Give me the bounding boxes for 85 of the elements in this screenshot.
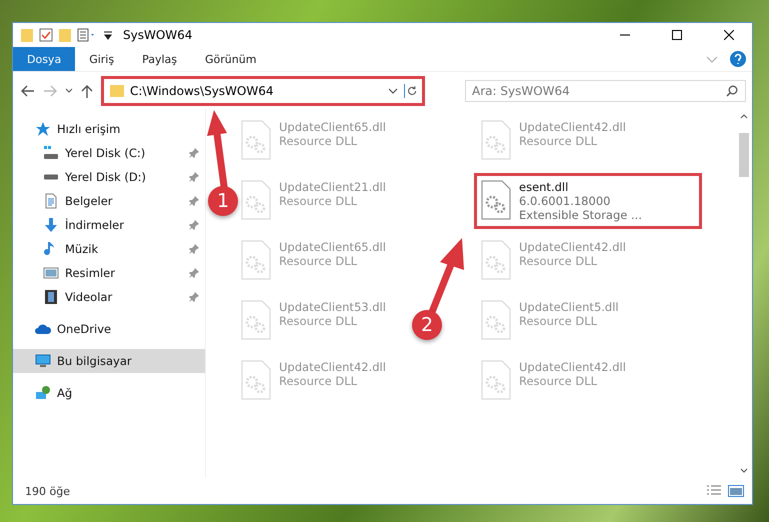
pin-icon[interactable] <box>189 172 199 182</box>
file-name: UpdateClient65.dll <box>279 240 386 254</box>
file-detail: Resource DLL <box>519 134 598 148</box>
file-name: UpdateClient42.dll <box>279 360 386 374</box>
back-arrow-icon[interactable] <box>21 84 35 96</box>
pin-icon[interactable] <box>189 148 199 158</box>
ribbon-tab[interactable]: Paylaş <box>128 47 191 71</box>
sidebar-item[interactable]: OneDrive <box>13 317 205 341</box>
file-name: UpdateClient42.dll <box>519 360 626 374</box>
file-detail: Resource DLL <box>279 134 358 148</box>
file-name: UpdateClient21.dll <box>279 180 386 194</box>
film-icon <box>43 289 59 305</box>
up-arrow-icon[interactable] <box>81 84 93 98</box>
chevron-down-icon[interactable] <box>65 88 73 94</box>
properties-icon[interactable] <box>77 28 97 42</box>
thumbnail-view-icon[interactable] <box>728 485 744 497</box>
pin-icon[interactable] <box>189 292 199 302</box>
file-name: UpdateClient42.dll <box>519 240 626 254</box>
sidebar-item[interactable]: Yerel Disk (D:) <box>13 165 205 189</box>
file-gear-icon <box>481 120 511 160</box>
sidebar-item[interactable]: Videolar <box>13 285 205 309</box>
file-gear-icon <box>241 300 271 340</box>
ribbon-tab[interactable]: Giriş <box>75 47 128 71</box>
ribbon-tab[interactable]: Dosya <box>13 47 76 71</box>
refresh-icon[interactable] <box>404 84 418 98</box>
item-count: 190 öğe <box>25 484 70 498</box>
folder-icon <box>110 84 124 98</box>
dropdown-caret-icon[interactable] <box>103 30 113 40</box>
chevron-down-icon[interactable] <box>388 86 398 94</box>
file-detail: Resource DLL <box>519 314 598 328</box>
file-gear-icon <box>481 180 511 220</box>
scroll-down-icon[interactable] <box>740 468 748 474</box>
download-arrow-icon <box>43 217 59 233</box>
file-gear-icon <box>241 120 271 160</box>
file-detail: Resource DLL <box>519 374 598 388</box>
window-title: SysWOW64 <box>123 28 194 42</box>
file-name: UpdateClient5.dll <box>519 300 619 314</box>
sidebar-item[interactable]: Bu bilgisayar <box>13 349 205 373</box>
monitor-icon <box>35 353 51 369</box>
sidebar-item[interactable]: Yerel Disk (C:) <box>13 141 205 165</box>
pin-icon[interactable] <box>189 268 199 278</box>
file-name: UpdateClient42.dll <box>519 120 626 134</box>
file-gear-icon <box>241 360 271 400</box>
close-icon <box>724 30 734 40</box>
scroll-up-icon[interactable] <box>740 113 748 119</box>
pin-icon[interactable] <box>189 244 199 254</box>
ribbon-tab[interactable]: Görünüm <box>191 47 270 71</box>
help-icon[interactable] <box>730 51 746 67</box>
file-detail: 6.0.6001.18000 <box>519 194 612 208</box>
file-gear-icon <box>481 360 511 400</box>
address-bar[interactable]: C:\Windows\SysWOW64 <box>101 76 425 106</box>
maximize-icon <box>672 30 682 40</box>
file-detail: Resource DLL <box>279 314 358 328</box>
sidebar-item[interactable]: Resimler <box>13 261 205 285</box>
search-icon[interactable] <box>726 84 738 96</box>
file-gear-icon <box>241 240 271 280</box>
drive-icon <box>43 146 59 160</box>
sidebar-item[interactable]: Hızlı erişim <box>13 117 205 141</box>
document-icon <box>43 193 59 209</box>
file-gear-icon <box>481 300 511 340</box>
file-detail: Resource DLL <box>279 194 358 208</box>
details-view-icon[interactable] <box>706 485 722 497</box>
search-field[interactable]: Ara: SysWOW64 <box>465 80 746 102</box>
file-gear-icon <box>241 180 271 220</box>
star-icon <box>35 121 51 137</box>
sidebar-item[interactable]: Müzik <box>13 237 205 261</box>
file-detail: Resource DLL <box>279 374 358 388</box>
file-detail: Resource DLL <box>279 254 358 268</box>
pin-icon[interactable] <box>189 196 199 206</box>
scrollbar-thumb[interactable] <box>739 133 749 177</box>
file-item[interactable]: esent.dll 6.0.6001.18000 Extensible Storage ... <box>474 173 702 229</box>
picture-icon <box>43 265 59 281</box>
sidebar-item[interactable]: Belgeler <box>13 189 205 213</box>
network-icon <box>35 385 51 401</box>
sidebar-item[interactable]: Ağ <box>13 381 205 405</box>
file-name: UpdateClient53.dll <box>279 300 386 314</box>
file-detail: Resource DLL <box>519 254 598 268</box>
file-name: UpdateClient65.dll <box>279 120 386 134</box>
checklist-icon[interactable] <box>39 28 53 42</box>
file-gear-icon <box>481 240 511 280</box>
sidebar-item[interactable]: İndirmeler <box>13 213 205 237</box>
pin-icon[interactable] <box>189 220 199 230</box>
file-detail: Extensible Storage ... <box>519 208 642 222</box>
drive-icon <box>43 174 59 180</box>
file-name: esent.dll <box>519 180 570 194</box>
